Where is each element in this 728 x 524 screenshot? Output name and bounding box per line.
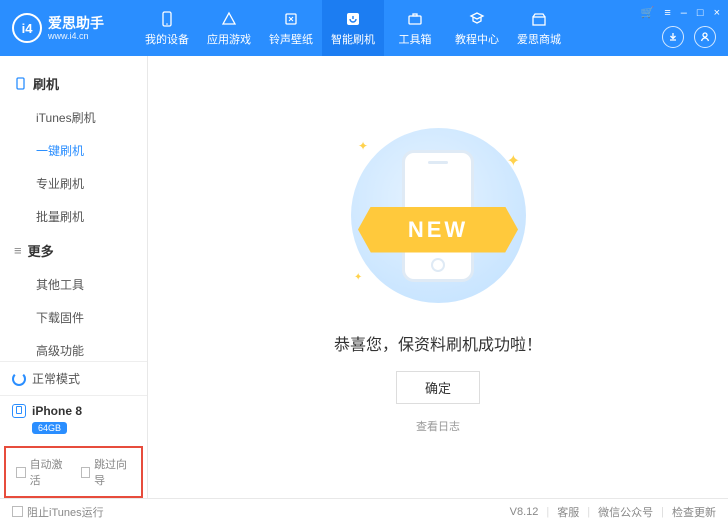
nav-toolbox[interactable]: 工具箱	[384, 0, 446, 56]
store-icon	[530, 10, 548, 28]
support-link[interactable]: 客服	[557, 504, 579, 520]
nav-label: 铃声壁纸	[269, 31, 313, 47]
nav-store[interactable]: 爱思商城	[508, 0, 570, 56]
device-icon	[12, 404, 26, 418]
nav-label: 工具箱	[399, 31, 432, 47]
tutorial-icon	[468, 10, 486, 28]
hamburger-icon: ≡	[14, 243, 22, 258]
sidebar-item-other-tools[interactable]: 其他工具	[36, 268, 147, 301]
sidebar-item-download-fw[interactable]: 下载固件	[36, 301, 147, 334]
nav-label: 应用游戏	[207, 31, 251, 47]
logo-icon: i4	[12, 13, 42, 43]
app-header: i4 爱思助手 www.i4.cn 我的设备 应用游戏 铃声壁纸 智能刷机 工具…	[0, 0, 728, 56]
checkbox-icon	[16, 467, 26, 478]
sidebar-group-flash: 刷机	[0, 66, 147, 101]
download-icon[interactable]	[662, 26, 684, 48]
nav-label: 爱思商城	[517, 31, 561, 47]
nav-tutorial[interactable]: 教程中心	[446, 0, 508, 56]
main-content: ✦ ✦ ✦ NEW 恭喜您，保资料刷机成功啦！ 确定 查看日志	[148, 56, 728, 498]
auto-activate-checkbox[interactable]: 自动激活	[16, 456, 67, 488]
cart-icon[interactable]: 🛒	[641, 6, 655, 19]
sidebar-item-advanced[interactable]: 高级功能	[36, 334, 147, 361]
storage-badge: 64GB	[32, 422, 67, 434]
success-message: 恭喜您，保资料刷机成功啦！	[334, 331, 542, 355]
nav-label: 我的设备	[145, 31, 189, 47]
nav-label: 教程中心	[455, 31, 499, 47]
refresh-icon	[12, 372, 26, 386]
view-log-link[interactable]: 查看日志	[416, 418, 460, 434]
window-controls: 🛒 ≡ – □ ×	[641, 6, 720, 19]
ok-button[interactable]: 确定	[396, 371, 480, 404]
check-update-link[interactable]: 检查更新	[672, 504, 716, 520]
nav-ringtones[interactable]: 铃声壁纸	[260, 0, 322, 56]
close-icon[interactable]: ×	[714, 7, 720, 19]
brand-url: www.i4.cn	[48, 31, 104, 41]
apps-icon	[220, 10, 238, 28]
toolbox-icon	[406, 10, 424, 28]
sidebar-item-batch-flash[interactable]: 批量刷机	[36, 200, 147, 233]
new-ribbon: NEW	[358, 207, 518, 253]
logo: i4 爱思助手 www.i4.cn	[12, 13, 122, 43]
ringtone-icon	[282, 10, 300, 28]
brand-name: 爱思助手	[48, 15, 104, 31]
options-highlight: 自动激活 跳过向导	[4, 446, 143, 498]
menu-icon[interactable]: ≡	[664, 7, 670, 19]
maximize-icon[interactable]: □	[697, 7, 704, 19]
block-itunes-checkbox[interactable]: 阻止iTunes运行	[12, 504, 104, 520]
nav-apps[interactable]: 应用游戏	[198, 0, 260, 56]
device-mode[interactable]: 正常模式	[0, 361, 147, 395]
checkbox-icon	[81, 467, 91, 478]
sidebar-item-pro-flash[interactable]: 专业刷机	[36, 167, 147, 200]
sidebar-item-oneclick-flash[interactable]: 一键刷机	[36, 134, 147, 167]
sidebar: 刷机 iTunes刷机 一键刷机 专业刷机 批量刷机 ≡ 更多 其他工具 下载固…	[0, 56, 148, 498]
flash-icon	[344, 10, 362, 28]
device-info[interactable]: iPhone 8 64GB	[0, 395, 147, 442]
minimize-icon[interactable]: –	[681, 7, 687, 19]
version-label: V8.12	[510, 506, 539, 518]
sidebar-item-itunes-flash[interactable]: iTunes刷机	[36, 101, 147, 134]
success-illustration: ✦ ✦ ✦ NEW	[328, 121, 548, 311]
wechat-link[interactable]: 微信公众号	[598, 504, 653, 520]
top-nav: 我的设备 应用游戏 铃声壁纸 智能刷机 工具箱 教程中心 爱思商城	[136, 0, 570, 56]
sidebar-group-more: ≡ 更多	[0, 233, 147, 268]
phone-icon	[14, 77, 27, 90]
checkbox-icon	[12, 506, 23, 517]
device-icon	[158, 10, 176, 28]
skip-guide-checkbox[interactable]: 跳过向导	[81, 456, 132, 488]
status-bar: 阻止iTunes运行 V8.12 | 客服 | 微信公众号 | 检查更新	[0, 498, 728, 524]
user-icon[interactable]	[694, 26, 716, 48]
nav-my-device[interactable]: 我的设备	[136, 0, 198, 56]
nav-flash[interactable]: 智能刷机	[322, 0, 384, 56]
nav-label: 智能刷机	[331, 31, 375, 47]
